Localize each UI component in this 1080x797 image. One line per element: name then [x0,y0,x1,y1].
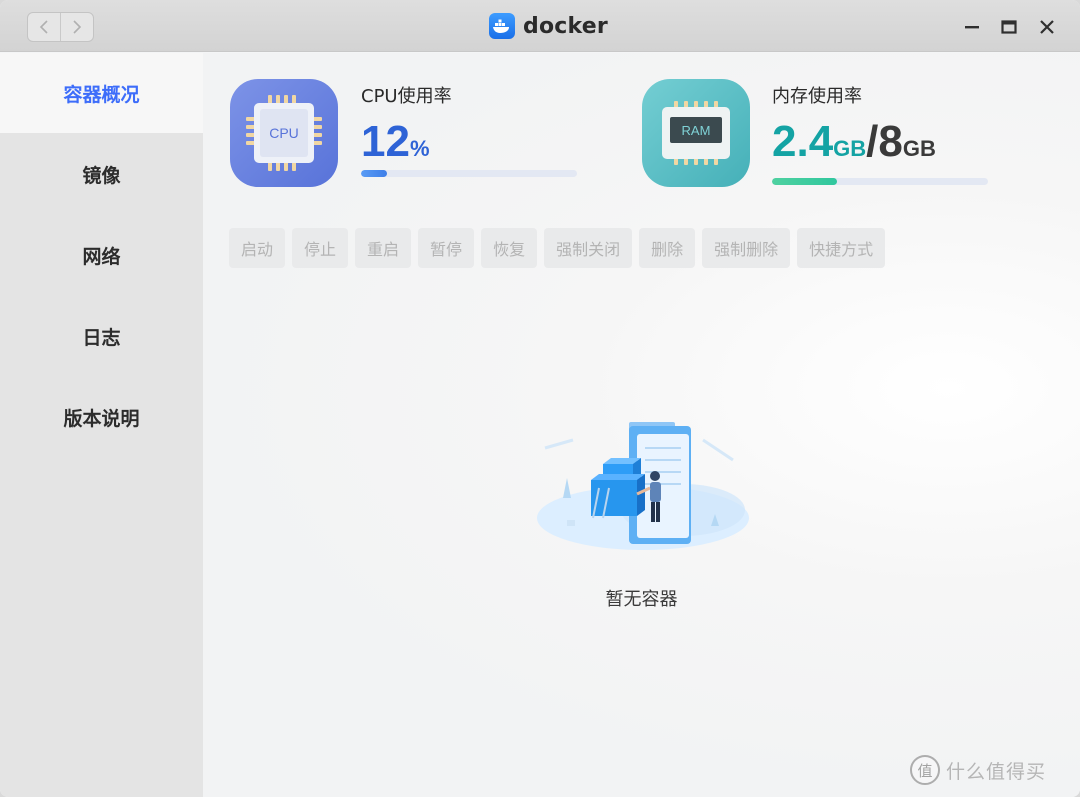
title-bar: docker [0,0,1080,52]
memory-usage-bar-fill [772,178,837,185]
ram-icon-text: RAM [682,123,711,138]
ram-chip-icon: RAM [642,79,750,187]
resume-button[interactable]: 恢复 [481,228,538,268]
cpu-usage-bar [361,170,577,177]
memory-usage-value: 2.4GB/8GB [772,117,936,167]
memory-used-unit: GB [833,136,867,161]
stop-button[interactable]: 停止 [292,228,349,268]
close-icon [1040,20,1054,34]
force-delete-button[interactable]: 强制删除 [702,228,791,268]
container-actions-toolbar: 启动 停止 重启 暂停 恢复 强制关闭 删除 强制删除 快捷方式 [229,228,886,268]
empty-state-text: 暂无容器 [605,589,678,610]
sidebar-item-images[interactable]: 镜像 [0,134,203,214]
chevron-right-icon [73,20,82,34]
sidebar-item-logs[interactable]: 日志 [0,296,203,376]
sidebar-item-release-notes[interactable]: 版本说明 [0,377,203,457]
back-button[interactable] [28,13,60,41]
delete-button[interactable]: 删除 [639,228,696,268]
restart-button[interactable]: 重启 [355,228,412,268]
memory-total: 8 [878,117,903,166]
cpu-chip-icon: CPU [230,79,338,187]
memory-usage-bar [772,178,988,185]
docker-window: docker 容器概况 镜像 网络 日志 版本说明 CPU CPU使用率 12%… [0,0,1080,797]
cpu-usage-label: CPU使用率 [361,86,452,107]
memory-usage-label: 内存使用率 [772,86,862,107]
main-content: CPU CPU使用率 12% RAM 内存使用率 2.4GB/8GB 启动 停止… [203,53,1080,797]
sidebar-item-container-overview[interactable]: 容器概况 [0,53,203,133]
cpu-usage-bar-fill [361,170,387,177]
shortcut-button[interactable]: 快捷方式 [797,228,886,268]
memory-used: 2.4 [772,117,834,166]
cpu-usage-unit: % [409,136,430,161]
docker-logo-icon [489,13,515,39]
nav-buttons [27,12,94,42]
memory-total-unit: GB [902,136,936,161]
app-title: docker [489,12,608,40]
watermark: 值 什么值得买 [910,755,1046,785]
maximize-icon [1001,20,1017,34]
close-button[interactable] [1036,16,1058,38]
minimize-button[interactable] [961,16,983,38]
memory-separator: / [866,117,879,166]
empty-state-illustration [537,422,749,550]
cpu-icon-text: CPU [269,125,299,141]
watermark-text: 什么值得买 [946,760,1047,783]
window-title: docker [523,13,608,39]
minimize-icon [965,26,979,29]
cpu-usage-number: 12 [361,117,410,166]
pause-button[interactable]: 暂停 [418,228,475,268]
watermark-logo-icon: 值 [910,755,940,785]
maximize-button[interactable] [998,16,1020,38]
start-button[interactable]: 启动 [229,228,286,268]
force-stop-button[interactable]: 强制关闭 [544,228,633,268]
forward-button[interactable] [60,13,93,41]
chevron-left-icon [39,20,48,34]
cpu-usage-value: 12% [361,117,430,167]
sidebar-item-network[interactable]: 网络 [0,215,203,295]
sidebar: 容器概况 镜像 网络 日志 版本说明 [0,53,203,797]
